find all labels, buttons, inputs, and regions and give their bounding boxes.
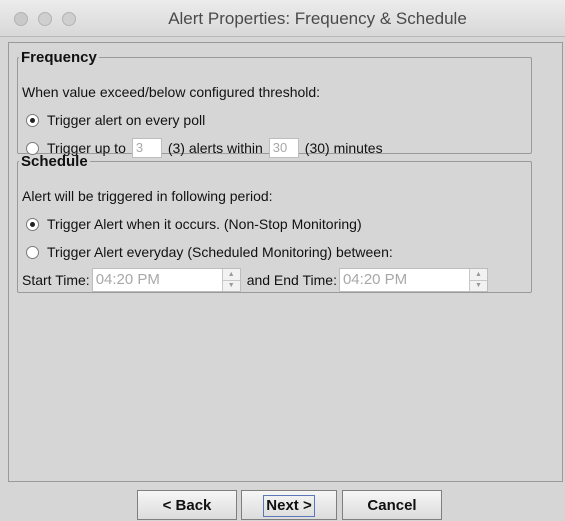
end-time-up-icon[interactable]: ▲ — [469, 269, 487, 280]
next-button-label: Next > — [263, 495, 315, 517]
next-button[interactable]: Next > — [241, 490, 337, 520]
window-title: Alert Properties: Frequency & Schedule — [168, 9, 467, 28]
alert-properties-window: Alert Properties: Frequency & Schedule F… — [0, 0, 565, 521]
scheduled-label: Trigger Alert everyday (Scheduled Monito… — [47, 244, 393, 260]
scheduled-radio[interactable] — [26, 245, 39, 259]
back-button[interactable]: < Back — [137, 490, 237, 520]
end-time-value[interactable]: 04:20 PM — [340, 269, 469, 291]
every-poll-label: Trigger alert on every poll — [47, 112, 206, 128]
frequency-legend: Frequency — [21, 49, 97, 66]
start-time-label: Start Time: — [22, 272, 90, 288]
non-stop-label: Trigger Alert when it occurs. (Non-Stop … — [47, 216, 362, 232]
time-range-row: Start Time: 04:20 PM ▲ ▼ and End Time: 0… — [22, 268, 494, 292]
end-time-label: and End Time: — [246, 272, 337, 288]
frequency-group: Frequency When value exceed/below config… — [17, 49, 532, 158]
end-time-down-icon[interactable]: ▼ — [469, 279, 487, 291]
schedule-group: Schedule Alert will be triggered in foll… — [17, 153, 532, 293]
every-poll-radio[interactable] — [26, 113, 39, 127]
start-time-value[interactable]: 04:20 PM — [93, 269, 222, 291]
end-time-spinner[interactable]: 04:20 PM ▲ ▼ — [338, 268, 488, 292]
title-bar: Alert Properties: Frequency & Schedule — [0, 0, 565, 37]
schedule-description: Alert will be triggered in following per… — [22, 188, 273, 204]
schedule-legend: Schedule — [21, 153, 88, 170]
start-time-up-icon[interactable]: ▲ — [222, 269, 240, 280]
button-bar: < Back Next > Cancel — [0, 488, 565, 521]
non-stop-option[interactable]: Trigger Alert when it occurs. (Non-Stop … — [26, 216, 362, 232]
every-poll-option[interactable]: Trigger alert on every poll — [26, 112, 205, 128]
non-stop-radio[interactable] — [26, 217, 39, 231]
frequency-description: When value exceed/below configured thres… — [22, 84, 321, 100]
scheduled-option[interactable]: Trigger Alert everyday (Scheduled Monito… — [26, 244, 393, 260]
start-time-down-icon[interactable]: ▼ — [222, 279, 240, 291]
cancel-button[interactable]: Cancel — [342, 490, 442, 520]
content-panel: Frequency When value exceed/below config… — [8, 42, 563, 482]
start-time-spinner[interactable]: 04:20 PM ▲ ▼ — [91, 268, 241, 292]
